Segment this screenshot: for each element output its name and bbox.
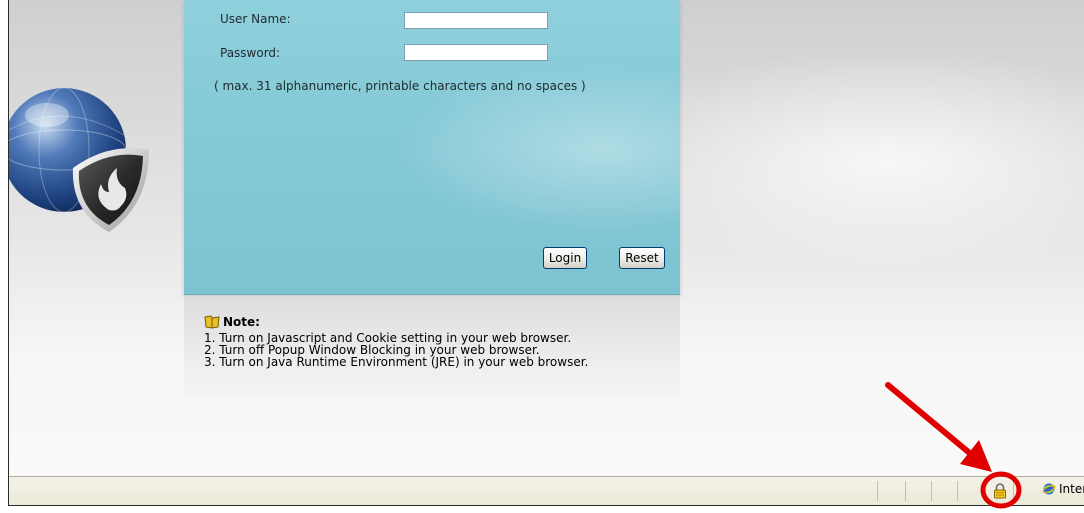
username-label: User Name: (220, 12, 291, 26)
status-bar-divider (905, 481, 906, 501)
password-hint: ( max. 31 alphanumeric, printable charac… (214, 79, 586, 93)
browser-status-bar: Interne (9, 476, 1084, 505)
note-list: 1. Turn on Javascript and Cookie setting… (204, 332, 588, 368)
note-heading: Note: (204, 315, 260, 329)
login-panel: User Name: Password: ( max. 31 alphanume… (184, 0, 680, 295)
note-title: Note: (223, 315, 260, 329)
reset-button[interactable]: Reset (619, 247, 665, 269)
password-label: Password: (220, 46, 281, 60)
status-bar-divider (877, 481, 878, 501)
note-icon (204, 315, 220, 329)
page-viewport: User Name: Password: ( max. 31 alphanume… (9, 0, 1084, 476)
status-bar-divider (957, 481, 958, 501)
status-bar-divider (984, 481, 985, 501)
status-bar-divider (1013, 481, 1014, 501)
internet-zone: Interne (1042, 482, 1084, 496)
password-field[interactable] (404, 44, 548, 61)
browser-window: User Name: Password: ( max. 31 alphanume… (8, 0, 1084, 506)
username-field[interactable] (404, 12, 548, 29)
login-button[interactable]: Login (543, 247, 587, 269)
globe-shield-logo (9, 80, 159, 240)
internet-zone-icon (1042, 483, 1056, 495)
internet-zone-label: Interne (1059, 482, 1084, 496)
note-item: 3. Turn on Java Runtime Environment (JRE… (204, 355, 589, 369)
status-bar-divider (931, 481, 932, 501)
note-section: Note: 1. Turn on Javascript and Cookie s… (184, 297, 680, 397)
lock-icon[interactable] (993, 483, 1007, 503)
